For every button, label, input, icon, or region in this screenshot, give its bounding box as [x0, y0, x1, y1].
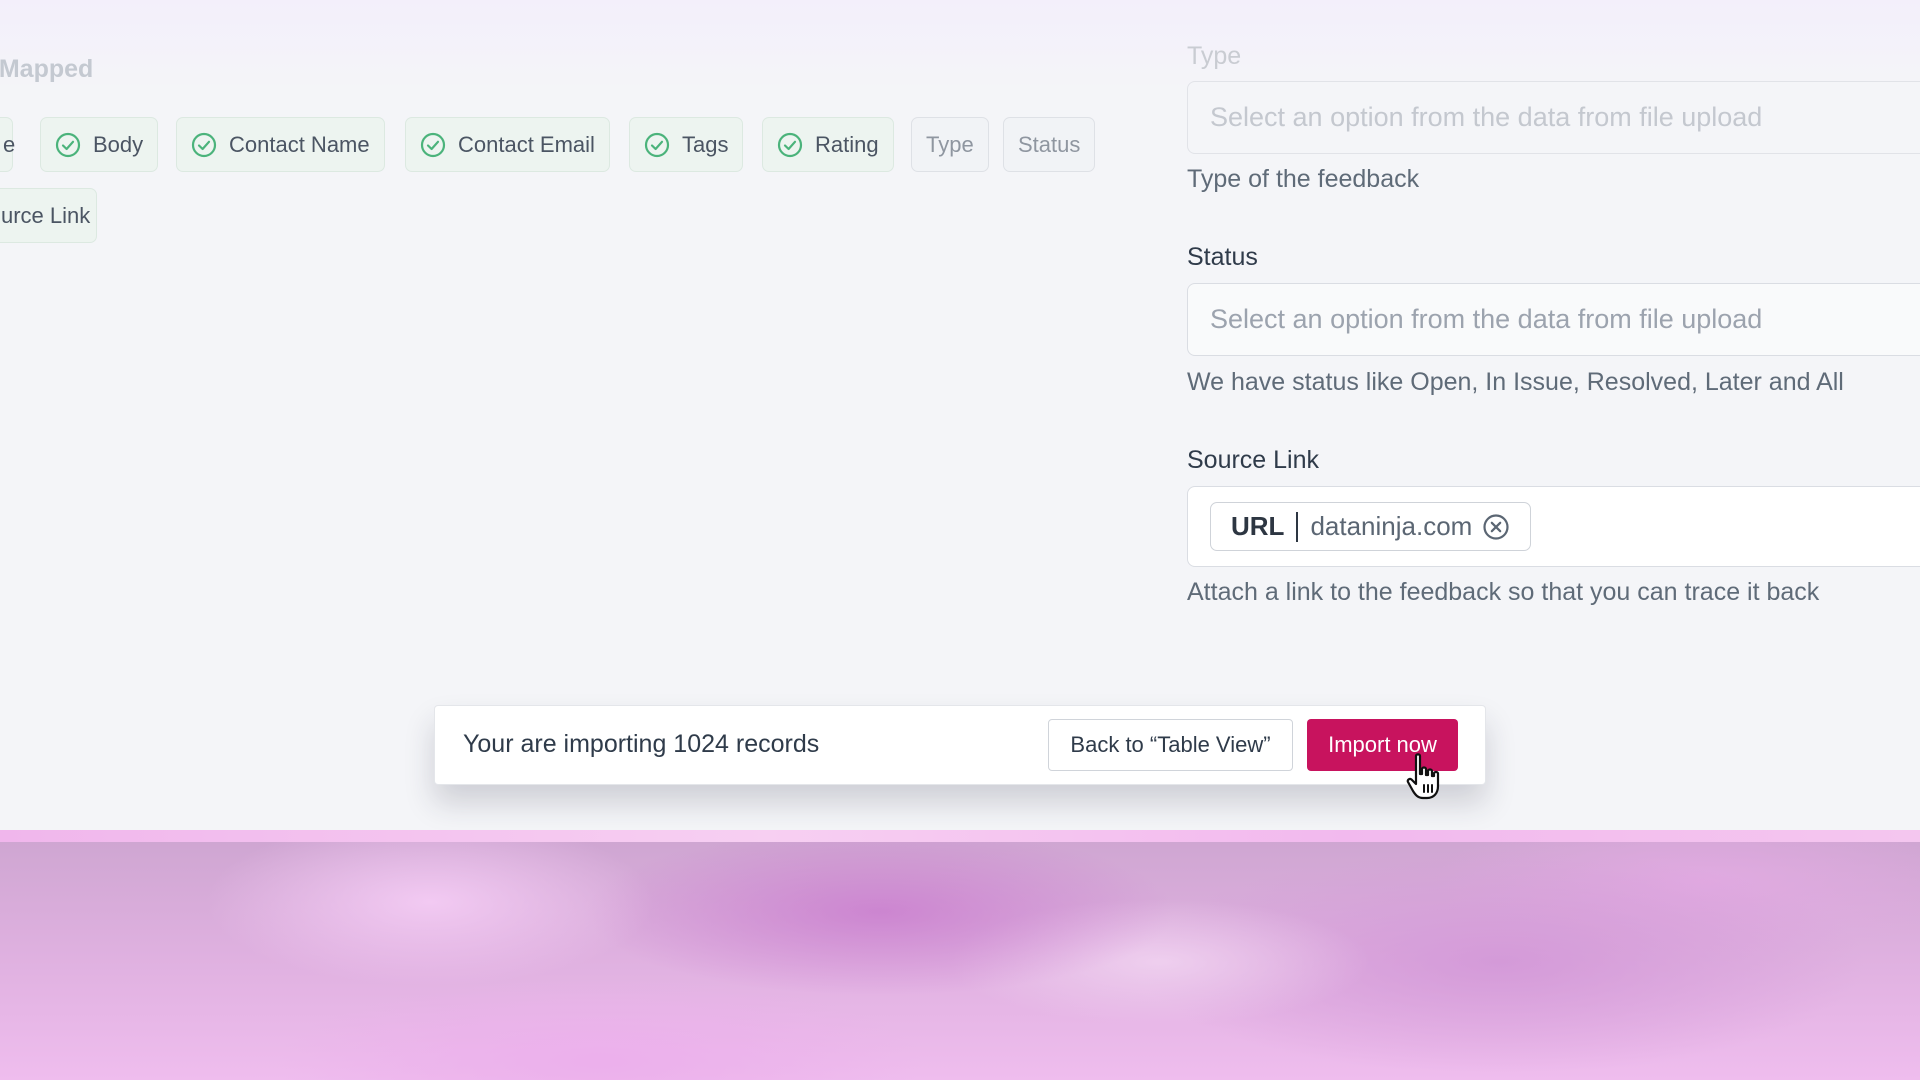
chip-contact-email[interactable]: Contact Email [405, 117, 610, 172]
source-link-input[interactable]: URL dataninja.com [1187, 486, 1920, 567]
check-circle-icon [191, 132, 217, 157]
import-confirmation-bar: Your are importing 1024 records Back to … [434, 705, 1486, 785]
check-circle-icon [777, 132, 803, 157]
source-link-field-label: Source Link [1187, 446, 1320, 474]
chip-type[interactable]: Type [911, 117, 989, 172]
source-link-help-text: Attach a link to the feedback so that yo… [1187, 578, 1820, 606]
chip-label: Contact Name [229, 131, 370, 157]
chip-label: Tags [682, 131, 729, 157]
hand-pointer-icon [1406, 753, 1440, 800]
chip-label: Rating [815, 131, 879, 157]
chip-label: urce Link [1, 202, 91, 228]
chip-contact-name[interactable]: Contact Name [176, 117, 385, 172]
url-chip-separator [1296, 511, 1299, 542]
chip-label: Status [1018, 131, 1081, 157]
chip-body[interactable]: Body [40, 117, 159, 172]
chip-mapped-field-cut[interactable]: e [0, 117, 16, 172]
chip-status[interactable]: Status [1003, 117, 1096, 172]
chip-source-link[interactable]: urce Link [0, 188, 97, 243]
window-bottom-edge [0, 830, 1920, 842]
close-circle-icon[interactable] [1482, 513, 1510, 541]
url-chip[interactable]: URL dataninja.com [1210, 502, 1532, 551]
chip-label: Type [926, 131, 974, 157]
section-title: a Mapped [0, 55, 94, 83]
back-to-table-view-button[interactable]: Back to “Table View” [1048, 719, 1293, 771]
url-chip-kind: URL [1231, 511, 1285, 541]
chip-label: Body [93, 131, 144, 157]
status-field-label: Status [1187, 243, 1258, 271]
check-circle-icon [420, 132, 446, 157]
status-select-placeholder: Select an option from the data from file… [1210, 304, 1763, 334]
type-help-text: Type of the feedback [1187, 165, 1420, 193]
type-select[interactable]: Select an option from the data from file… [1187, 81, 1920, 154]
chip-tags[interactable]: Tags [629, 117, 744, 172]
field-mapping-form: Type Select an option from the data from… [1187, 0, 1920, 700]
app-surface: a Mapped e Body Contact Name Contact Ema… [0, 0, 1920, 830]
chip-label: Contact Email [458, 131, 595, 157]
check-circle-icon [55, 132, 81, 157]
status-select[interactable]: Select an option from the data from file… [1187, 283, 1920, 356]
import-summary-text: Your are importing 1024 records [463, 730, 820, 758]
check-circle-icon [644, 132, 670, 157]
type-field-label: Type [1187, 42, 1242, 70]
chip-label: e [3, 131, 16, 157]
status-help-text: We have status like Open, In Issue, Reso… [1187, 368, 1844, 396]
url-chip-value: dataninja.com [1310, 511, 1473, 541]
type-select-placeholder: Select an option from the data from file… [1210, 102, 1763, 132]
desktop-background [0, 842, 1920, 1080]
chip-rating[interactable]: Rating [762, 117, 894, 172]
